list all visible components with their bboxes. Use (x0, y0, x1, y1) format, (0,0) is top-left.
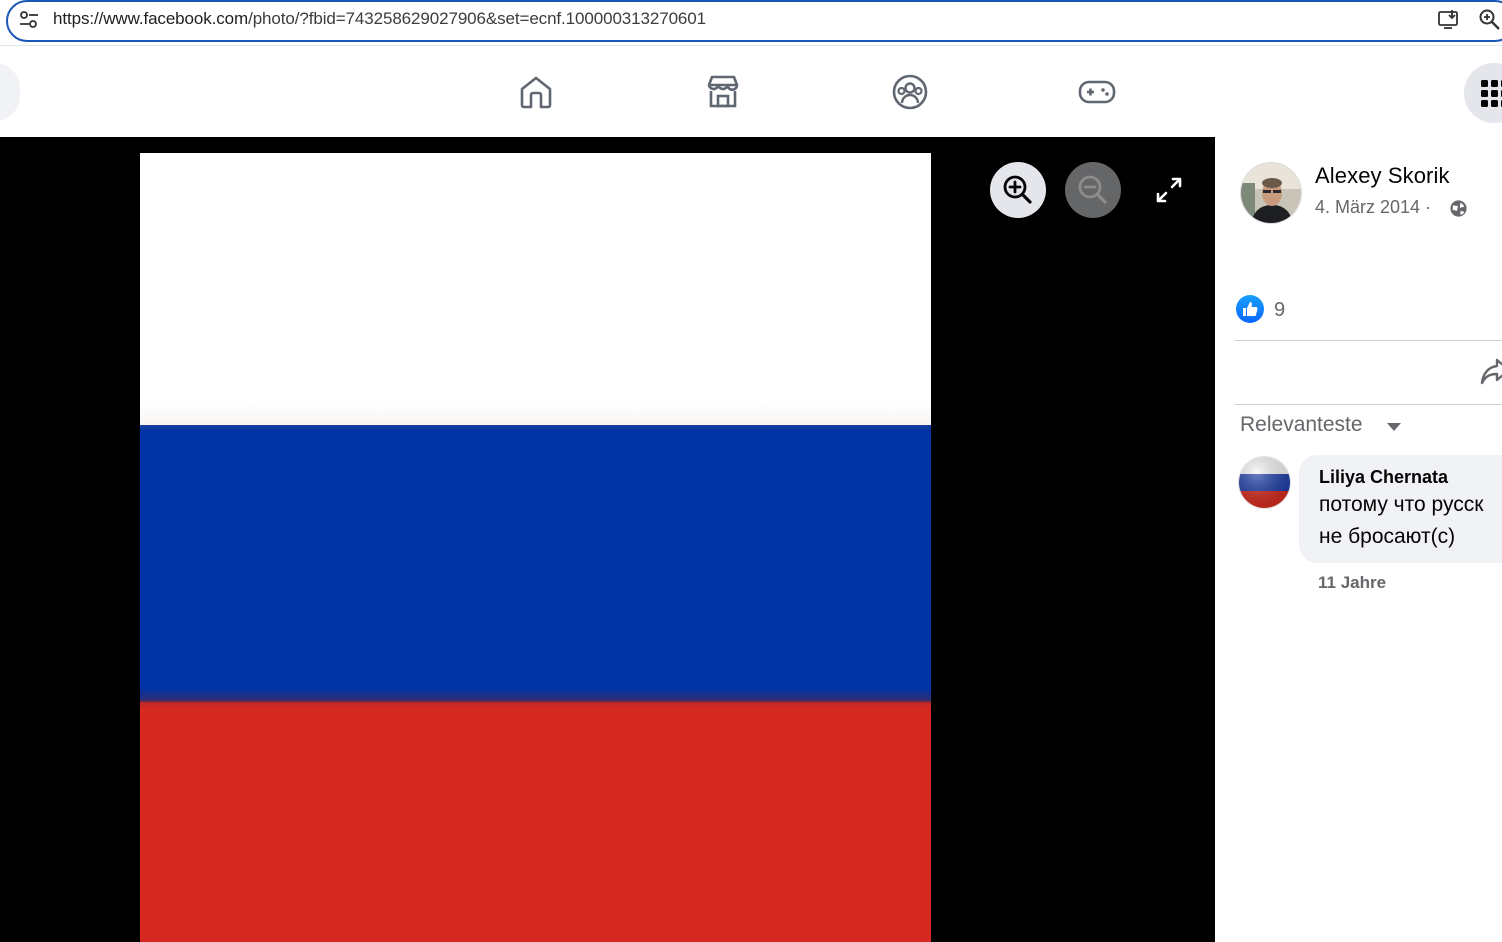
url-path: /photo/?fbid=743258629027906&set=ecnf.10… (248, 9, 706, 28)
home-icon[interactable] (517, 73, 555, 111)
zoom-out-icon (1078, 175, 1107, 204)
facebook-top-nav (0, 47, 1502, 137)
fullscreen-icon (1156, 177, 1182, 203)
browser-zoom-icon[interactable] (1478, 8, 1502, 32)
search-pill[interactable] (0, 63, 20, 121)
gaming-icon[interactable] (1078, 73, 1116, 111)
comment-author[interactable]: Liliya Chernata (1319, 467, 1502, 488)
flag-white-stripe (140, 153, 931, 425)
url-text[interactable]: https://www.facebook.com/photo/?fbid=743… (53, 9, 706, 29)
browser-address-bar: https://www.facebook.com/photo/?fbid=743… (0, 0, 1502, 46)
comment-text-line: потому что русск (1319, 493, 1484, 516)
menu-grid-icon (1481, 80, 1502, 107)
zoom-in-button[interactable] (990, 162, 1046, 218)
photo-viewer (0, 137, 1215, 942)
comment-bubble: Liliya Chernata потому что русск не брос… (1299, 455, 1502, 563)
fullscreen-button[interactable] (1141, 162, 1197, 218)
menu-button[interactable] (1464, 63, 1502, 123)
comment-timestamp[interactable]: 11 Jahre (1318, 573, 1386, 593)
divider (1235, 340, 1502, 341)
flag-blue-stripe (140, 425, 931, 702)
author-photo-icon (1241, 163, 1301, 223)
site-settings-icon[interactable] (18, 9, 40, 31)
post-info-panel: Alexey Skorik 4. März 2014 · 9 Relevante… (1215, 137, 1502, 942)
groups-icon[interactable] (891, 73, 929, 111)
divider (1235, 404, 1502, 405)
post-date[interactable]: 4. März 2014 · (1315, 197, 1431, 218)
comment-sort-dropdown[interactable]: Relevanteste (1240, 413, 1363, 437)
zoom-out-button[interactable] (1065, 162, 1121, 218)
photo-image[interactable] (140, 153, 931, 942)
public-globe-icon (1450, 200, 1467, 217)
author-name[interactable]: Alexey Skorik (1315, 163, 1450, 189)
chevron-down-icon[interactable] (1387, 423, 1401, 431)
author-avatar[interactable] (1240, 162, 1302, 224)
comment-text-line: не бросают(с) (1319, 525, 1456, 548)
flag-red-stripe (140, 702, 931, 942)
share-icon[interactable] (1479, 355, 1502, 387)
zoom-in-icon (1003, 175, 1032, 204)
url-host: https://www.facebook.com (53, 9, 249, 28)
like-reaction-badge[interactable] (1236, 295, 1264, 323)
marketplace-icon[interactable] (704, 73, 742, 111)
install-app-icon[interactable] (1437, 8, 1461, 32)
thumbs-up-icon (1243, 302, 1258, 316)
comment-avatar[interactable] (1239, 457, 1290, 508)
like-count[interactable]: 9 (1274, 299, 1285, 322)
russian-flag-avatar-icon (1239, 457, 1290, 508)
